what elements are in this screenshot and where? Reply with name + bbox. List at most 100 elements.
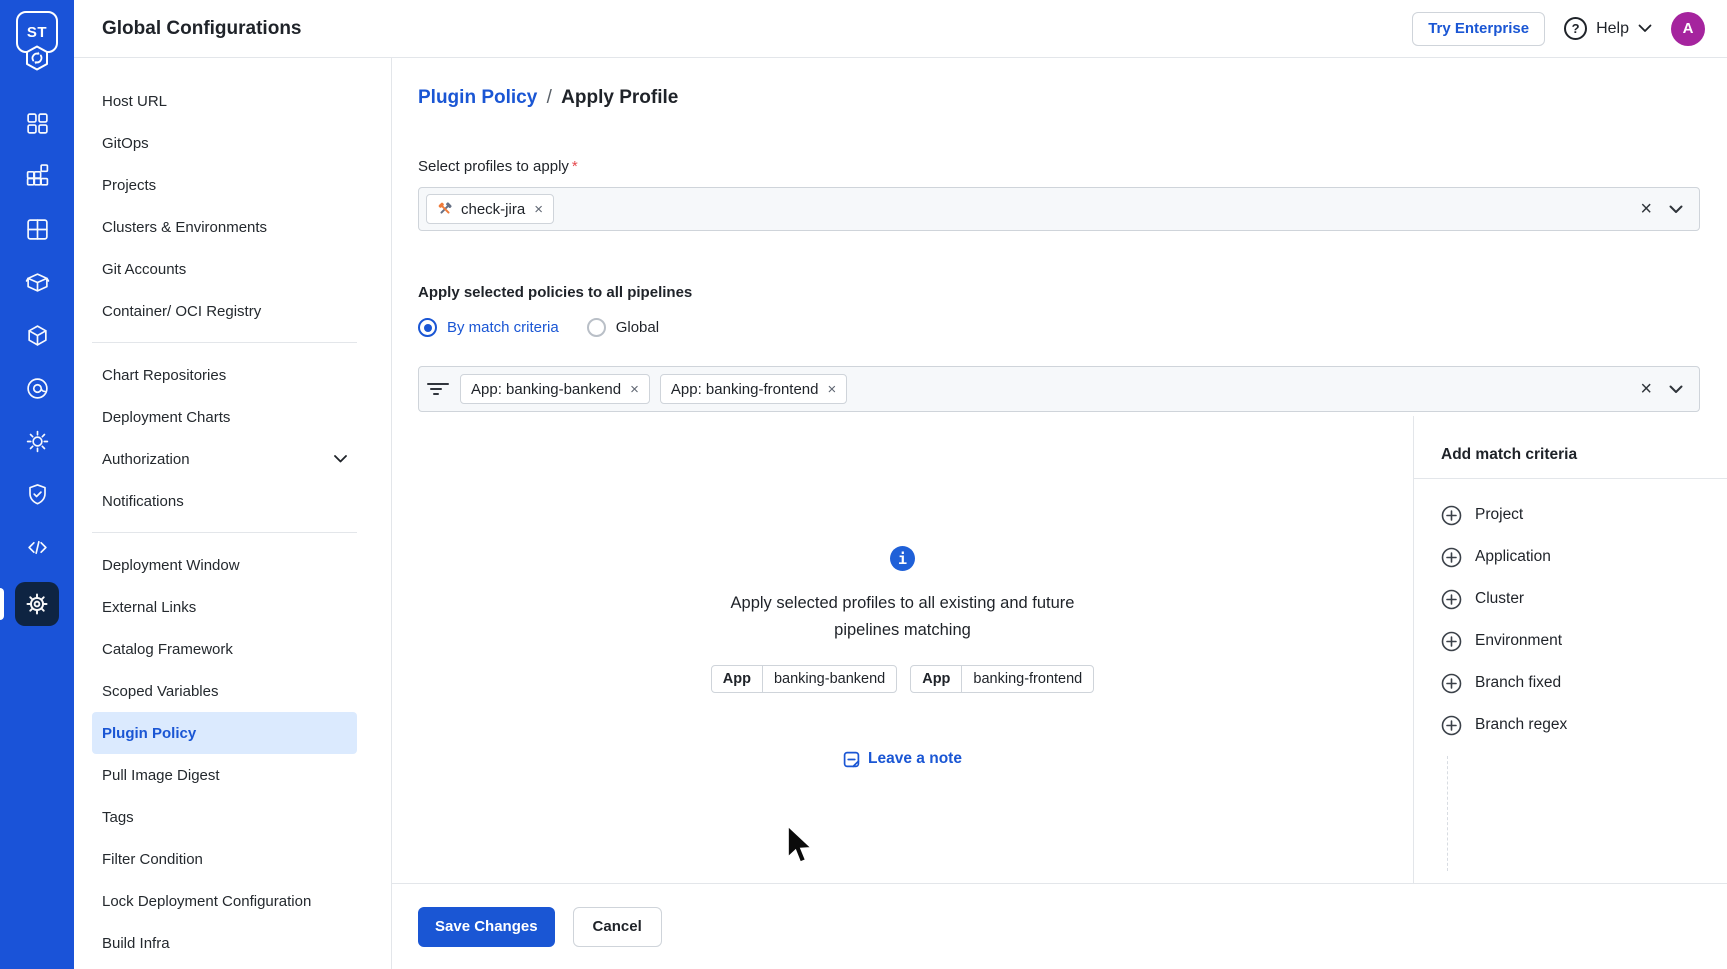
add-match-criteria-panel: Add match criteria Project Application C… [1413, 416, 1727, 883]
circle-plus-icon [1441, 505, 1462, 525]
sidebar-item-clusters-environments[interactable]: Clusters & Environments [92, 206, 357, 248]
add-criteria-branch-fixed[interactable]: Branch fixed [1441, 662, 1727, 704]
try-enterprise-button[interactable]: Try Enterprise [1412, 11, 1546, 46]
page-title: Global Configurations [102, 17, 302, 39]
sidebar-item-pull-image-digest[interactable]: Pull Image Digest [92, 754, 357, 796]
note-icon [843, 751, 860, 767]
criteria-divider [1414, 478, 1727, 479]
avatar[interactable]: A [1671, 11, 1705, 46]
sidebar-item-lock-deployment-configuration[interactable]: Lock Deployment Configuration [92, 880, 357, 922]
save-changes-button[interactable]: Save Changes [418, 906, 555, 947]
circle-plus-icon [1441, 631, 1462, 651]
match-chip-banking-bankend[interactable]: App: banking-bankend × [460, 374, 650, 404]
sidebar-item-filter-condition[interactable]: Filter Condition [92, 838, 357, 880]
sidebar-item-host-url[interactable]: Host URL [92, 80, 357, 122]
main-content: Plugin Policy / Apply Profile Select pro… [392, 58, 1727, 969]
criteria-panel-title: Add match criteria [1441, 446, 1578, 463]
scope-heading: Apply selected policies to all pipelines [418, 284, 693, 301]
help-menu[interactable]: ? Help [1564, 17, 1652, 40]
chevron-down-icon[interactable] [1669, 385, 1683, 394]
header-actions: Try Enterprise ? Help A [1412, 11, 1705, 46]
cluster-icon[interactable] [0, 415, 74, 468]
cancel-button[interactable]: Cancel [572, 906, 662, 947]
sidebar-item-external-links[interactable]: External Links [92, 586, 357, 628]
sidebar-item-notifications[interactable]: Notifications [92, 480, 357, 522]
jobs-icon[interactable] [0, 150, 74, 203]
radio-icon [418, 318, 437, 337]
add-criteria-branch-regex[interactable]: Branch regex [1441, 704, 1727, 746]
sidebar-item-gitops[interactable]: GitOps [92, 122, 357, 164]
primary-nav-rail: ST [0, 0, 74, 969]
radio-by-match-criteria[interactable]: By match criteria [418, 318, 559, 337]
add-criteria-cluster[interactable]: Cluster [1441, 578, 1727, 620]
criteria-guide-line [1447, 756, 1448, 871]
rail-icon-list [0, 97, 74, 634]
leave-a-note-link[interactable]: Leave a note [843, 750, 962, 768]
match-criteria-select[interactable]: App: banking-bankend × App: banking-fron… [418, 366, 1700, 412]
releases-cube-icon[interactable] [0, 309, 74, 362]
sidebar-item-deployment-window[interactable]: Deployment Window [92, 544, 357, 586]
clear-select-icon[interactable]: × [1640, 379, 1652, 399]
summary-chip-banking-frontend: App banking-frontend [910, 665, 1095, 693]
security-shield-icon[interactable] [0, 468, 74, 521]
chart-store-icon[interactable] [0, 256, 74, 309]
circle-plus-icon [1441, 715, 1462, 735]
sidebar-item-tags[interactable]: Tags [92, 796, 357, 838]
sidebar-item-deployment-charts[interactable]: Deployment Charts [92, 396, 357, 438]
sidebar-item-catalog-framework[interactable]: Catalog Framework [92, 628, 357, 670]
help-label: Help [1596, 19, 1629, 37]
clear-select-icon[interactable]: × [1640, 199, 1652, 219]
remove-chip-icon[interactable]: × [630, 381, 639, 398]
sidebar-item-plugin-policy[interactable]: Plugin Policy [92, 712, 357, 754]
chevron-down-icon[interactable] [1669, 205, 1683, 214]
profiles-select[interactable]: check-jira × × [418, 187, 1700, 231]
scope-radio-group: By match criteria Global [418, 318, 659, 337]
sidebar-item-git-accounts[interactable]: Git Accounts [92, 248, 357, 290]
profiles-select-label: Select profiles to apply * [418, 158, 578, 175]
tools-icon [438, 202, 452, 214]
top-header: Global Configurations Try Enterprise ? H… [74, 0, 1727, 58]
sidebar-item-projects[interactable]: Projects [92, 164, 357, 206]
sidebar-item-authorization[interactable]: Authorization [92, 438, 357, 480]
apply-summary: i Apply selected profiles to all existin… [392, 546, 1413, 768]
apps-grid-icon[interactable] [0, 97, 74, 150]
radio-global[interactable]: Global [586, 318, 659, 337]
breadcrumb-separator: / [546, 87, 552, 108]
breadcrumb-plugin-policy-link[interactable]: Plugin Policy [418, 87, 537, 108]
summary-chips: App banking-bankend App banking-frontend [710, 665, 1095, 693]
lower-panels: i Apply selected profiles to all existin… [392, 416, 1727, 883]
config-sidebar: Host URL GitOps Projects Clusters & Envi… [74, 58, 392, 969]
circle-plus-icon [1441, 673, 1462, 693]
circle-plus-icon [1441, 547, 1462, 567]
sidebar-item-chart-repositories[interactable]: Chart Repositories [92, 354, 357, 396]
code-icon[interactable] [0, 521, 74, 574]
add-criteria-environment[interactable]: Environment [1441, 620, 1727, 662]
sidebar-item-container-oci-registry[interactable]: Container/ OCI Registry [92, 290, 357, 332]
radio-icon [586, 318, 606, 337]
criteria-list: Project Application Cluster Environment [1414, 494, 1727, 746]
add-criteria-project[interactable]: Project [1441, 494, 1727, 536]
sidebar-divider [92, 532, 357, 533]
circle-plus-icon [1441, 589, 1462, 609]
application-groups-icon[interactable] [0, 203, 74, 256]
summary-text: Apply selected profiles to all existing … [730, 594, 1075, 639]
sidebar-item-scoped-variables[interactable]: Scoped Variables [92, 670, 357, 712]
add-criteria-application[interactable]: Application [1441, 536, 1727, 578]
remove-chip-icon[interactable]: × [534, 201, 543, 218]
global-config-gear-icon[interactable] [0, 574, 74, 634]
chevron-down-icon [334, 455, 347, 463]
required-asterisk: * [571, 158, 578, 175]
remove-chip-icon[interactable]: × [828, 381, 837, 398]
filter-icon [427, 383, 449, 395]
chevron-down-icon [1638, 24, 1652, 32]
select-controls: × [1640, 199, 1683, 219]
select-controls: × [1640, 379, 1683, 399]
help-icon: ? [1564, 17, 1588, 40]
match-chip-banking-frontend[interactable]: App: banking-frontend × [659, 374, 848, 404]
summary-panel: i Apply selected profiles to all existin… [392, 416, 1413, 883]
sidebar-item-build-infra[interactable]: Build Infra [92, 922, 357, 964]
profile-chip-check-jira[interactable]: check-jira × [426, 194, 554, 224]
app-window: ST Global Configurations Try Enterprise … [0, 0, 1727, 969]
footer-actions: Save Changes Cancel [392, 883, 1727, 969]
resource-browser-icon[interactable] [0, 362, 74, 415]
